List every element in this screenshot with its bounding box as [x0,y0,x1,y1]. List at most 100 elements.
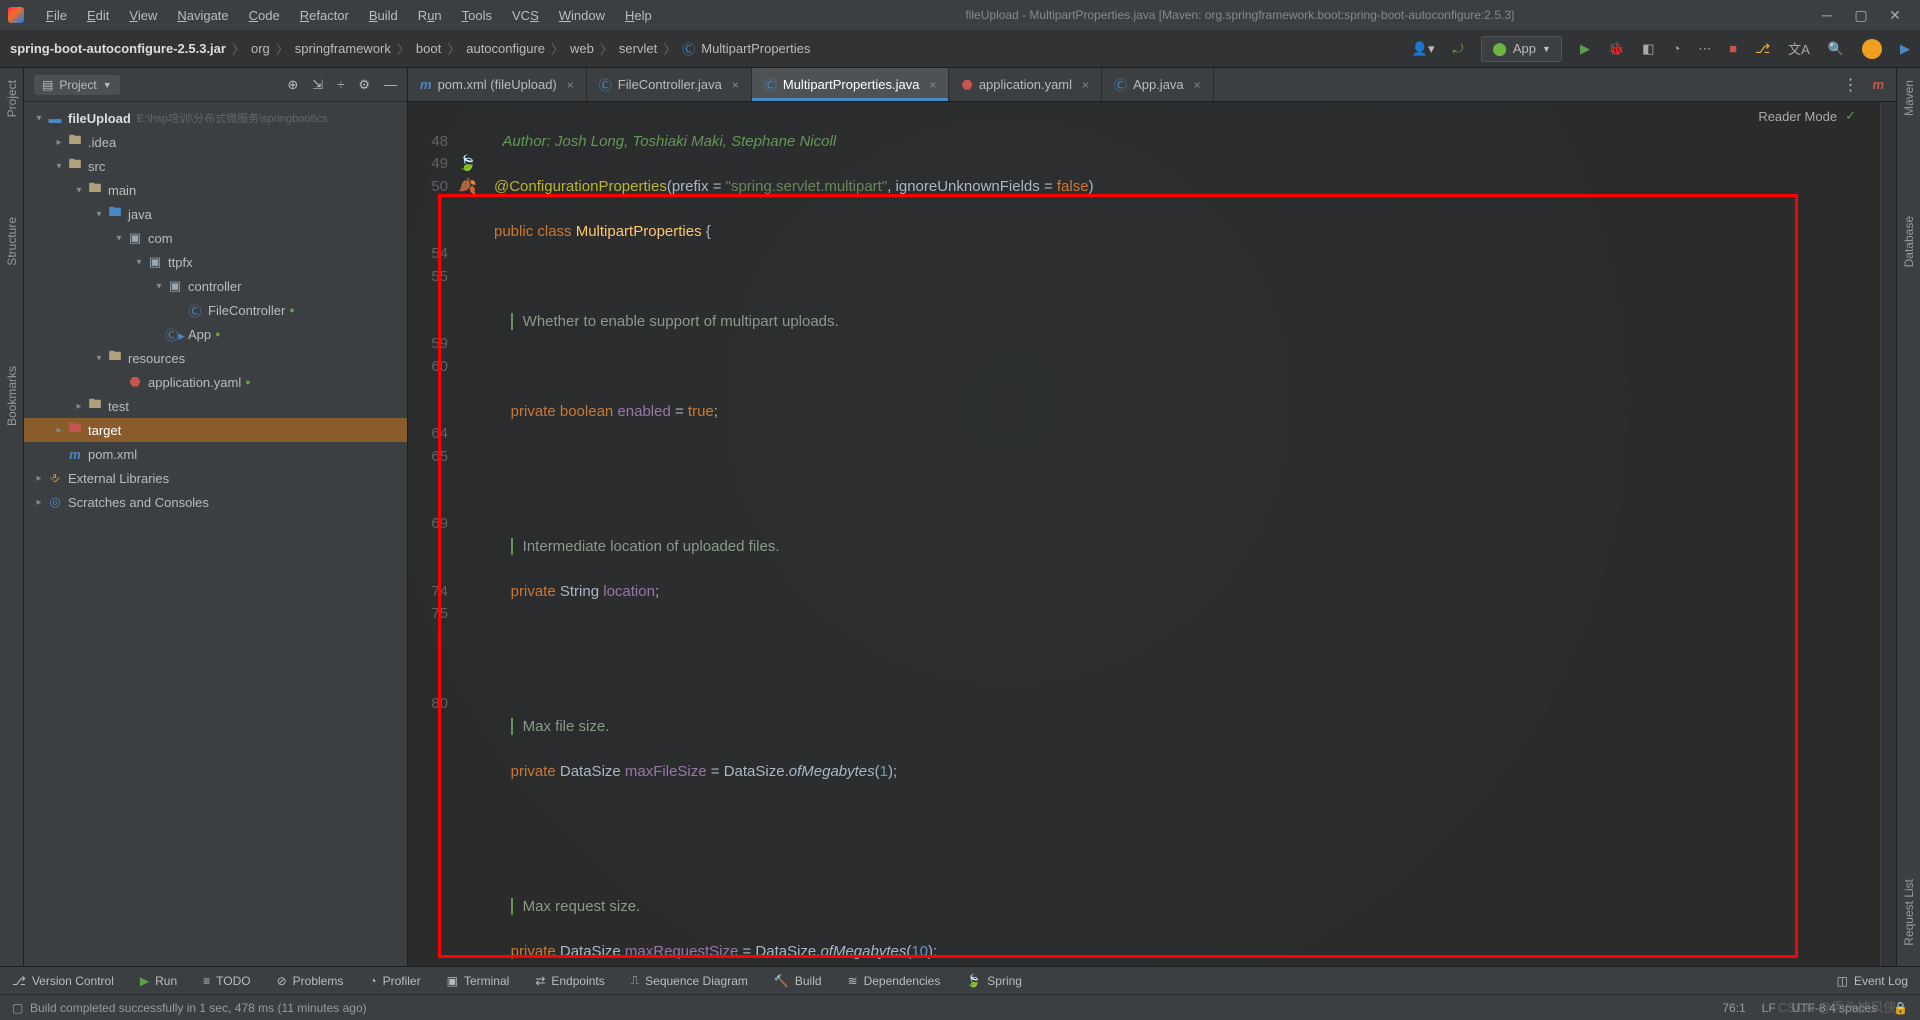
menu-vcs[interactable]: VCS [504,4,547,27]
search-icon[interactable]: 🔍 [1828,41,1844,57]
rail-project[interactable]: Project [5,80,19,117]
bt-vcs[interactable]: ⎇ Version Control [12,974,114,988]
close-tab-icon[interactable]: × [567,78,574,92]
tree-item-main[interactable]: ▾🖿main [24,178,407,202]
ide-update-icon[interactable]: ▶ [1900,41,1910,57]
minimize-icon[interactable]: ─ [1820,8,1834,22]
bt-deps[interactable]: ≋ Dependencies [848,974,941,988]
tabs-dropdown-icon[interactable]: ⋮ [1842,75,1858,95]
expand-icon[interactable]: ⇲ [312,77,323,93]
bt-profiler[interactable]: ◔ Profiler [369,974,420,988]
rail-database[interactable]: Database [1902,216,1916,267]
close-tab-icon[interactable]: × [929,78,936,92]
tree-item-test[interactable]: ▸🖿test [24,394,407,418]
breadcrumb-item[interactable]: web [570,41,594,56]
tree-item-App[interactable]: Ⓒ▸App● [24,322,407,346]
tree-item-resources[interactable]: ▾🖿resources [24,346,407,370]
tree-item-FileController[interactable]: ⒸFileController● [24,298,407,322]
menu-navigate[interactable]: Navigate [169,4,236,27]
menu-edit[interactable]: Edit [79,4,117,27]
tab-pom.xml (fileUpload)[interactable]: mpom.xml (fileUpload)× [408,68,587,101]
rail-structure[interactable]: Structure [5,217,19,266]
code-content[interactable]: Author: Josh Long, Toshiaki Maki, Stepha… [494,102,1880,966]
menu-tools[interactable]: Tools [454,4,500,27]
tree-item-.idea[interactable]: ▸🖿.idea [24,130,407,154]
tree-root[interactable]: ▾▬ fileUpload E:\hsp培训\分布式微服务\springboot… [24,106,407,130]
select-opened-icon[interactable]: ⊕ [287,77,298,93]
menu-build[interactable]: Build [361,4,406,27]
run-config-combo[interactable]: ⬤ App ▼ [1481,36,1562,62]
bt-build[interactable]: 🔨 Build [774,974,822,988]
coverage-icon[interactable]: ◧ [1642,41,1654,57]
status-icon[interactable]: ▢ [12,1001,23,1015]
tab-MultipartProperties.java[interactable]: ⒸMultipartProperties.java× [752,68,950,101]
tree-item-pom.xml[interactable]: mpom.xml [24,442,407,466]
menu-refactor[interactable]: Refactor [292,4,357,27]
close-tab-icon[interactable]: × [1082,78,1089,92]
tree-ext-lib[interactable]: ▸⎀External Libraries [24,466,407,490]
build-icon[interactable]: ⤾ [1452,41,1463,57]
breadcrumb-item[interactable]: autoconfigure [466,41,545,56]
tree-item-com[interactable]: ▾▣com [24,226,407,250]
bt-spring[interactable]: 🍃 Spring [966,974,1022,988]
menu-view[interactable]: View [121,4,165,27]
debug-icon[interactable]: 🐞 [1608,41,1624,57]
close-icon[interactable]: ✕ [1888,8,1902,22]
tree-item-ttpfx[interactable]: ▾▣ttpfx [24,250,407,274]
rail-maven[interactable]: Maven [1902,80,1916,116]
caret-position[interactable]: 76:1 [1722,1001,1745,1015]
bt-endpoints[interactable]: ⇄ Endpoints [535,974,604,988]
gear-icon[interactable]: ⚙ [358,77,370,93]
close-tab-icon[interactable]: × [732,78,739,92]
project-view-combo[interactable]: ▤ Project ▼ [34,75,120,95]
tree-label: controller [188,279,241,294]
code-editor[interactable]: Reader Mode✓ 484950 5455 5960 6465 69 74… [408,102,1896,966]
git-icon[interactable]: ⎇ [1755,41,1770,57]
breadcrumb-item[interactable]: boot [416,41,441,56]
close-tab-icon[interactable]: × [1194,78,1201,92]
line-separator[interactable]: LF [1762,1001,1776,1015]
bt-run[interactable]: ▶ Run [140,974,177,988]
breadcrumb-item[interactable]: spring-boot-autoconfigure-2.5.3.jar [10,41,226,56]
tab-application.yaml[interactable]: ⬣application.yaml× [949,68,1102,101]
attach-icon[interactable]: ⋯ [1698,41,1711,57]
breadcrumb-item[interactable]: springframework [295,41,391,56]
package-icon: ▣ [166,278,184,294]
menu-window[interactable]: Window [551,4,613,27]
menu-code[interactable]: Code [241,4,288,27]
run-icon[interactable]: ▶ [1580,41,1590,57]
rail-bookmarks[interactable]: Bookmarks [5,366,19,426]
tab-FileController.java[interactable]: ⒸFileController.java× [587,68,752,101]
bt-todo[interactable]: ≡ TODO [203,974,250,988]
bt-terminal[interactable]: ▣ Terminal [447,974,510,988]
tree-item-src[interactable]: ▾🖿src [24,154,407,178]
rail-request[interactable]: Request List [1902,879,1916,946]
tree-item-controller[interactable]: ▾▣controller [24,274,407,298]
profile-icon[interactable]: ◔ [1672,41,1680,56]
collapse-icon[interactable]: ÷ [337,77,344,93]
tree-item-java[interactable]: ▾🖿java [24,202,407,226]
maven-tool-icon[interactable]: m [1872,77,1884,92]
breadcrumb-item[interactable]: org [251,41,270,56]
bean-icon[interactable]: 🍃🍂 [458,153,494,198]
hide-icon[interactable]: — [384,77,397,93]
user-icon[interactable]: 👤▾ [1412,41,1435,57]
editor-area: mpom.xml (fileUpload)×ⒸFileController.ja… [408,68,1896,966]
tree-scratch[interactable]: ▸◎Scratches and Consoles [24,490,407,514]
bt-sequence[interactable]: ⎍ Sequence Diagram [631,973,748,988]
error-stripe[interactable] [1880,102,1896,966]
translate-icon[interactable]: 文A [1788,39,1810,58]
avatar-icon[interactable] [1862,39,1882,59]
tree-item-target[interactable]: ▸🖿target [24,418,407,442]
bt-eventlog[interactable]: ◫ Event Log [1837,974,1908,988]
breadcrumb-item[interactable]: servlet [619,41,657,56]
tab-App.java[interactable]: ⒸApp.java× [1102,68,1214,101]
menu-run[interactable]: Run [410,4,450,27]
bt-problems[interactable]: ⊘ Problems [277,974,344,988]
maximize-icon[interactable]: ▢ [1854,8,1868,22]
menu-help[interactable]: Help [617,4,660,27]
menu-file[interactable]: File [38,4,75,27]
tree-item-application.yaml[interactable]: ⬣application.yaml● [24,370,407,394]
breadcrumb-item[interactable]: MultipartProperties [701,41,810,56]
stop-icon[interactable]: ■ [1729,41,1737,56]
